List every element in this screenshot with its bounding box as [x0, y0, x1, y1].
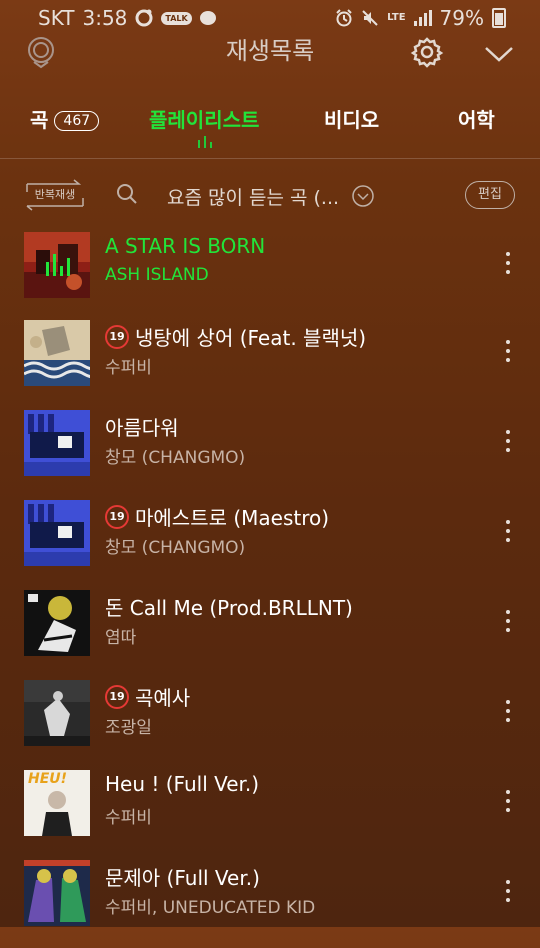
more-options-icon[interactable]	[500, 608, 516, 634]
mute-icon	[361, 9, 379, 27]
song-title-text: 냉탕에 상어 (Feat. 블랙넛)	[135, 326, 367, 350]
status-bar: SKT 3:58 TALK LTE 79%	[0, 0, 540, 36]
more-options-icon[interactable]	[500, 518, 516, 544]
playlist-filter-label[interactable]: 요즘 많이 듣는 곡 (...	[167, 183, 339, 210]
song-title: 돈 Call Me (Prod.BRLLNT)	[105, 592, 353, 621]
song-row[interactable]: HEU! Heu ! (Full Ver.) 수퍼비	[0, 768, 540, 858]
chat-bubble-icon	[199, 11, 216, 25]
lte-icon: LTE	[387, 12, 406, 23]
song-title-text: 곡예사	[135, 686, 191, 710]
more-options-icon[interactable]	[500, 338, 516, 364]
signal-icon	[413, 10, 432, 26]
song-row[interactable]: A STAR IS BORN ASH ISLAND	[0, 230, 540, 320]
more-options-icon[interactable]	[500, 250, 516, 276]
song-artist: 수퍼비	[105, 358, 152, 378]
battery-percent: 79%	[439, 6, 484, 30]
tab-video[interactable]: 비디오	[324, 104, 379, 133]
song-title: A STAR IS BORN	[105, 234, 265, 258]
album-cover	[24, 860, 90, 926]
song-title: 19 곡예사	[105, 682, 190, 711]
album-cover	[24, 232, 90, 298]
song-title: 문제아 (Full Ver.)	[105, 862, 260, 891]
album-cover: HEU!	[24, 770, 90, 836]
song-row[interactable]: 19 냉탕에 상어 (Feat. 블랙넛) 수퍼비	[0, 318, 540, 408]
song-title: 19 마에스트로 (Maestro)	[105, 502, 329, 531]
song-artist: 창모 (CHANGMO)	[105, 448, 246, 468]
tab-playlist[interactable]: 플레이리스트	[149, 104, 259, 133]
explicit-19-badge: 19	[105, 324, 129, 349]
alarm-icon	[335, 9, 353, 27]
song-artist: 조광일	[105, 718, 152, 738]
album-cover	[24, 410, 90, 476]
filter-chevron-down-icon[interactable]	[351, 184, 375, 212]
song-title: 아름다워	[105, 412, 179, 441]
more-options-icon[interactable]	[500, 878, 516, 904]
album-cover	[24, 500, 90, 566]
song-artist: 수퍼비	[105, 808, 152, 828]
song-row[interactable]: 돈 Call Me (Prod.BRLLNT) 염따	[0, 588, 540, 678]
more-options-icon[interactable]	[500, 698, 516, 724]
repeat-button[interactable]: 반복재생	[24, 178, 86, 211]
search-icon[interactable]	[115, 182, 139, 210]
song-row[interactable]: 문제아 (Full Ver.) 수퍼비, UNEDUCATED KID	[0, 858, 540, 948]
song-artist: ASH ISLAND	[105, 265, 209, 285]
tab-language[interactable]: 어학	[458, 104, 495, 133]
gear-icon[interactable]	[410, 36, 444, 74]
song-title-text: 아름다워	[105, 416, 179, 440]
header: 재생목록	[0, 36, 540, 92]
tab-songs[interactable]: 곡 467	[30, 104, 100, 133]
explicit-19-badge: 19	[105, 504, 129, 529]
carrier-label: SKT	[38, 6, 75, 30]
status-left: SKT 3:58 TALK	[38, 6, 216, 30]
song-title: Heu ! (Full Ver.)	[105, 772, 259, 796]
explicit-19-badge: 19	[105, 684, 129, 709]
song-title-text: A STAR IS BORN	[105, 234, 266, 258]
chevron-down-icon[interactable]	[482, 38, 516, 72]
album-cover	[24, 320, 90, 386]
album-cover	[24, 680, 90, 746]
song-artist: 염따	[105, 628, 137, 648]
camera-notification-icon	[135, 9, 153, 27]
album-cover	[24, 590, 90, 656]
song-title: 19 냉탕에 상어 (Feat. 블랙넛)	[105, 322, 366, 351]
song-count-badge: 467	[54, 111, 100, 131]
repeat-label: 반복재생	[34, 188, 76, 201]
now-playing-equalizer-icon	[46, 252, 70, 276]
time-label: 3:58	[82, 6, 128, 30]
status-right: LTE 79%	[335, 6, 506, 30]
song-title-text: Heu ! (Full Ver.)	[105, 772, 260, 796]
song-artist: 창모 (CHANGMO)	[105, 538, 246, 558]
song-artist: 수퍼비, UNEDUCATED KID	[105, 898, 316, 918]
song-title-text: 마에스트로 (Maestro)	[135, 506, 330, 530]
battery-icon	[492, 8, 506, 28]
edit-button[interactable]: 편집	[465, 181, 515, 209]
tab-bar: 곡 467 플레이리스트 비디오 어학	[0, 96, 540, 159]
more-options-icon[interactable]	[500, 788, 516, 814]
song-title-text: 돈 Call Me (Prod.BRLLNT)	[105, 596, 353, 620]
song-row[interactable]: 19 마에스트로 (Maestro) 창모 (CHANGMO)	[0, 498, 540, 588]
tab-songs-label: 곡	[30, 108, 49, 132]
kakaotalk-notification-icon: TALK	[161, 11, 192, 25]
page-title: 재생목록	[225, 37, 315, 65]
song-row[interactable]: 19 곡예사 조광일	[0, 678, 540, 768]
playlist-toolbar: 반복재생 요즘 많이 듣는 곡 (... 편집	[0, 170, 540, 220]
song-row[interactable]: 아름다워 창모 (CHANGMO)	[0, 408, 540, 498]
now-playing-equalizer-icon	[198, 136, 212, 148]
more-options-icon[interactable]	[500, 428, 516, 454]
song-title-text: 문제아 (Full Ver.)	[105, 866, 260, 890]
